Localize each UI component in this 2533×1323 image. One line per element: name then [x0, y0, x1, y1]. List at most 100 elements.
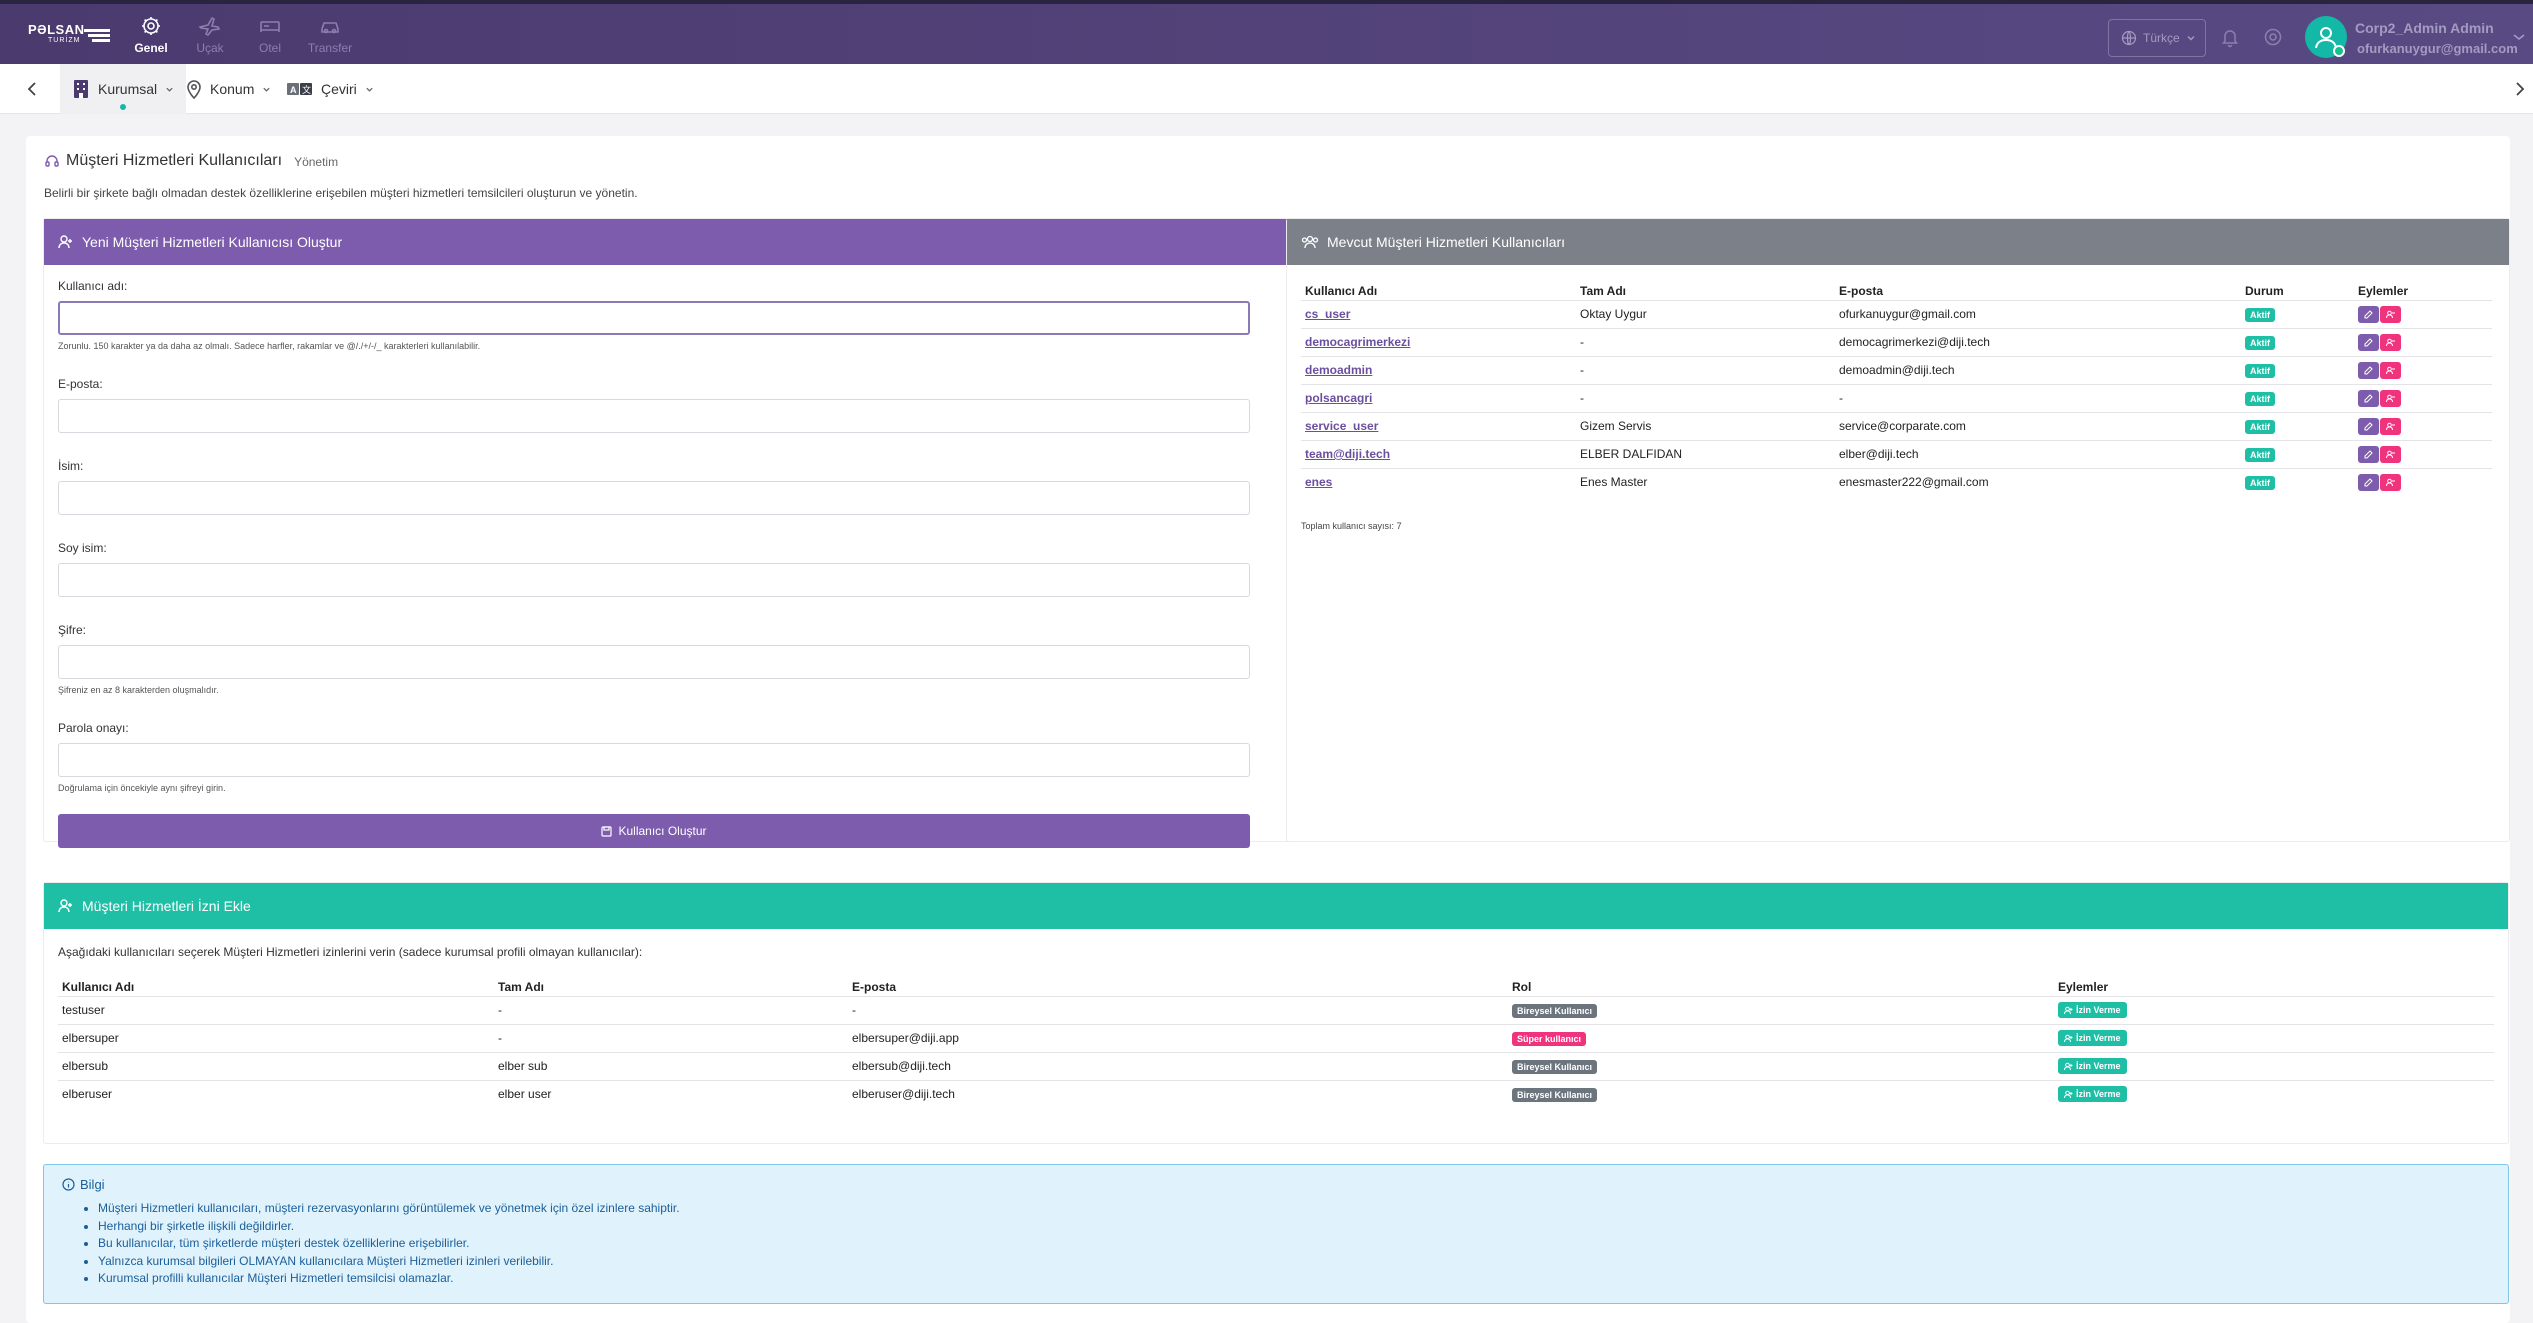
username-link[interactable]: enes — [1305, 475, 1332, 489]
email-cell: ofurkanuygur@gmail.com — [1835, 299, 2241, 328]
logo[interactable]: PƏLSAN TURİZM — [28, 22, 116, 52]
grant-permission-button[interactable]: İzin Verme — [2058, 1086, 2127, 1103]
username-link[interactable]: democagrimerkezi — [1305, 335, 1410, 349]
edit-button[interactable] — [2358, 333, 2379, 351]
actions-cell — [2354, 467, 2492, 496]
chevron-down-icon[interactable] — [2512, 32, 2526, 42]
status-cell: Aktif — [2241, 355, 2354, 384]
user-name[interactable]: Corp2_Admin Admin — [2355, 20, 2494, 36]
username-link[interactable]: cs_user — [1305, 307, 1350, 321]
remove-permission-button[interactable] — [2380, 473, 2401, 491]
actions-cell — [2354, 383, 2492, 412]
building-icon — [74, 80, 88, 98]
username-link[interactable]: service_user — [1305, 419, 1378, 433]
chevron-right-icon[interactable] — [2510, 79, 2530, 99]
tab-kurumsal[interactable]: Kurumsal — [60, 64, 187, 114]
chevron-left-icon[interactable] — [22, 79, 42, 99]
remove-permission-button[interactable] — [2380, 417, 2401, 435]
card-title: Mevcut Müşteri Hizmetleri Kullanıcıları — [1327, 234, 1566, 250]
edit-button[interactable] — [2358, 473, 2379, 491]
username-cell: service_user — [1301, 411, 1576, 440]
grant-permission-button[interactable]: İzin Verme — [2058, 1002, 2127, 1018]
existing-users-card: Mevcut Müşteri Hizmetleri Kullanıcıları … — [1286, 218, 2510, 842]
remove-permission-button[interactable] — [2380, 333, 2401, 351]
table-row: elbersub elber sub elbersub@diji.tech Birey… — [58, 1051, 2494, 1080]
edit-button[interactable] — [2358, 389, 2379, 407]
status-cell: Aktif — [2241, 411, 2354, 440]
grant-label: İzin Verme — [2076, 1005, 2121, 1015]
nav-genel[interactable]: Genel — [121, 14, 181, 55]
existing-users-card-header: Mevcut Müşteri Hizmetleri Kullanıcıları — [1287, 219, 2509, 265]
user-minus-icon — [2386, 450, 2395, 458]
translate-icon: A文 — [287, 83, 312, 95]
card-title: Müşteri Hizmetleri İzni Ekle — [82, 898, 251, 914]
status-badge: Aktif — [2245, 419, 2275, 434]
edit-button[interactable] — [2358, 417, 2379, 435]
role-badge: Bireysel Kullanıcı — [1512, 1087, 1598, 1102]
edit-button[interactable] — [2358, 445, 2379, 463]
role-cell: Süper kullanıcı — [1508, 1023, 2054, 1052]
users-icon — [1301, 235, 1319, 249]
last-name-input[interactable] — [58, 563, 1250, 597]
fullname-cell: Gizem Servis — [1576, 411, 1835, 440]
password-confirm-label: Parola onayı: — [58, 721, 129, 735]
status-cell: Aktif — [2241, 383, 2354, 412]
fullname-cell: - — [1576, 327, 1835, 356]
permissions-card-header: Müşteri Hizmetleri İzni Ekle — [44, 883, 2508, 929]
status-cell: Aktif — [2241, 467, 2354, 496]
edit-button[interactable] — [2358, 361, 2379, 379]
user-plus-icon — [2064, 1062, 2073, 1070]
nav-otel[interactable]: Otel — [240, 14, 300, 55]
role-cell: Bireysel Kullanıcı — [1508, 1051, 2054, 1080]
user-plus-icon — [58, 899, 72, 913]
page-subtitle: Yönetim — [294, 155, 339, 169]
username-label: Kullanıcı adı: — [58, 279, 128, 293]
username-link[interactable]: team@diji.tech — [1305, 447, 1390, 461]
edit-button[interactable] — [2358, 305, 2379, 323]
first-name-input[interactable] — [58, 481, 1250, 515]
actions-cell — [2354, 355, 2492, 384]
table-row: elberuser elber user elberuser@diji.tech Bi… — [58, 1079, 2494, 1108]
bell-icon[interactable] — [2219, 26, 2241, 48]
username-cell: enes — [1301, 467, 1576, 496]
password-input[interactable] — [58, 645, 1250, 679]
language-selector[interactable]: Türkçe — [2108, 19, 2206, 57]
remove-permission-button[interactable] — [2380, 305, 2401, 323]
email-input[interactable] — [58, 399, 1250, 433]
email-cell: elbersub@diji.tech — [848, 1051, 1508, 1080]
grant-permission-button[interactable]: İzin Verme — [2058, 1030, 2127, 1046]
remove-permission-button[interactable] — [2380, 445, 2401, 463]
chevron-down-icon — [366, 87, 373, 92]
chevron-down-icon — [2187, 36, 2195, 41]
user-minus-icon — [2386, 338, 2395, 346]
username-cell: elbersuper — [58, 1023, 494, 1052]
password-confirm-input[interactable] — [58, 743, 1250, 777]
username-link[interactable]: demoadmin — [1305, 363, 1372, 377]
settings-icon[interactable] — [2262, 26, 2284, 48]
status-badge: Aktif — [2245, 335, 2275, 350]
tab-konum[interactable]: Konum — [186, 64, 271, 114]
tab-ceviri[interactable]: A文 Çeviri — [287, 64, 374, 114]
role-badge: Bireysel Kullanıcı — [1512, 1059, 1598, 1074]
status-badge: Aktif — [2245, 363, 2275, 378]
table-row: enes Enes Master enesmaster222@gmail.com Ak… — [1301, 467, 2492, 496]
gear-icon — [142, 17, 160, 35]
page-title-text: Müşteri Hizmetleri Kullanıcıları — [66, 152, 283, 169]
info-title: Bilgi — [62, 1177, 2490, 1192]
grant-permission-button[interactable]: İzin Verme — [2058, 1058, 2127, 1074]
status-badge: Aktif — [2245, 447, 2275, 462]
bed-icon — [260, 21, 280, 32]
username-link[interactable]: polsancagri — [1305, 391, 1372, 405]
remove-permission-button[interactable] — [2380, 389, 2401, 407]
fullname-cell: Enes Master — [1576, 467, 1835, 496]
remove-permission-button[interactable] — [2380, 361, 2401, 379]
table-row: cs_user Oktay Uygur ofurkanuygur@gmail.com… — [1301, 299, 2492, 328]
status-badge: Aktif — [2245, 475, 2275, 490]
language-label: Türkçe — [2143, 31, 2180, 45]
nav-ucak[interactable]: Uçak — [180, 14, 240, 55]
username-cell: elbersub — [58, 1051, 494, 1080]
username-input[interactable] — [58, 301, 1250, 335]
nav-transfer[interactable]: Transfer — [300, 14, 360, 55]
create-user-button[interactable]: Kullanıcı Oluştur — [58, 814, 1250, 848]
user-plus-icon — [58, 235, 72, 249]
